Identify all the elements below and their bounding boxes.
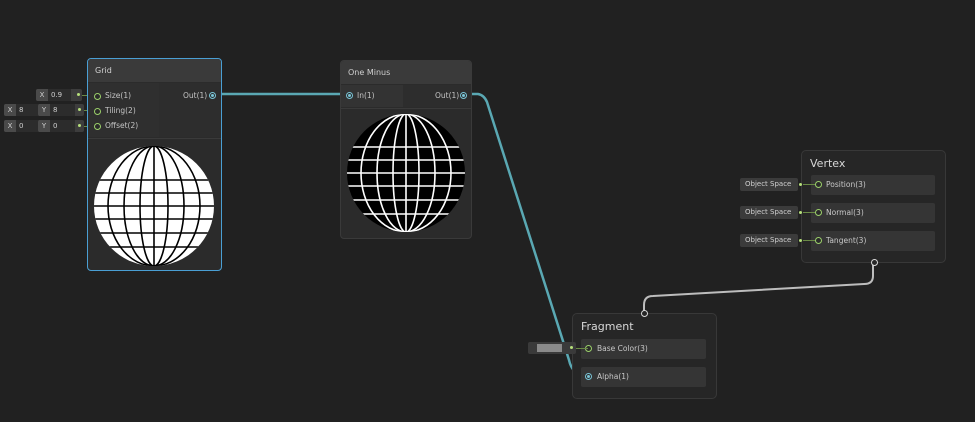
vertex-slot-position[interactable]: Position(3)	[811, 175, 935, 195]
one-minus-node-title: One Minus	[341, 61, 471, 84]
tiling-port[interactable]	[94, 108, 101, 115]
tiling-port-label: Tiling(2)	[105, 106, 136, 115]
fragment-block-title: Fragment	[581, 320, 634, 333]
offset-y-value[interactable]: 0	[50, 120, 75, 132]
offset-input-field[interactable]: X 0 Y 0	[4, 120, 84, 132]
position-space-dot	[799, 183, 802, 186]
position-label: Position(3)	[826, 180, 866, 189]
normal-space-connector	[803, 212, 815, 213]
one-minus-node[interactable]: One Minus In(1) Out(1)	[340, 60, 472, 239]
grid-preview	[88, 138, 221, 270]
tangent-port[interactable]	[815, 237, 822, 244]
position-port[interactable]	[815, 181, 822, 188]
base-color-label: Base Color(3)	[597, 344, 648, 353]
base-color-field[interactable]	[528, 342, 576, 354]
one-minus-preview	[341, 108, 471, 238]
normal-space-dropdown[interactable]: Object Space	[740, 206, 798, 219]
offset-port[interactable]	[94, 123, 101, 130]
size-port[interactable]	[94, 93, 101, 100]
wire-oneminus-to-alpha[interactable]	[470, 92, 586, 378]
fragment-slot-base-color[interactable]: Base Color(3)	[581, 339, 706, 359]
normal-port[interactable]	[815, 209, 822, 216]
vertex-slot-tangent[interactable]: Tangent(3)	[811, 231, 935, 251]
tangent-space-dropdown[interactable]: Object Space	[740, 234, 798, 247]
offset-x-axis-label: X	[4, 120, 16, 132]
tangent-space-dot	[799, 239, 802, 242]
base-color-swatch[interactable]	[537, 344, 562, 352]
one-minus-out-port[interactable]	[460, 92, 467, 99]
size-x-axis-label: X	[36, 89, 48, 101]
fragment-block[interactable]: Fragment Base Color(3) Alpha(1)	[572, 310, 717, 399]
tiling-input-field[interactable]: X 8 Y 8	[4, 104, 84, 116]
grid-node-title: Grid	[88, 59, 221, 82]
one-minus-in-port[interactable]	[346, 92, 353, 99]
tangent-label: Tangent(3)	[826, 236, 867, 245]
tiling-y-value[interactable]: 8	[50, 104, 75, 116]
size-port-label: Size(1)	[105, 91, 132, 100]
tiling-y-axis-label: Y	[38, 104, 50, 116]
offset-field-dot	[78, 124, 81, 127]
position-space-dropdown[interactable]: Object Space	[740, 178, 798, 191]
normal-label: Normal(3)	[826, 208, 864, 217]
grid-out-label: Out(1)	[183, 91, 208, 100]
one-minus-node-ports: In(1) Out(1)	[341, 85, 471, 107]
vertex-slot-normal[interactable]: Normal(3)	[811, 203, 935, 223]
tiling-x-axis-label: X	[4, 104, 16, 116]
offset-x-value[interactable]: 0	[16, 120, 39, 132]
tangent-space-connector	[803, 240, 815, 241]
offset-port-label: Offset(2)	[105, 121, 139, 130]
one-minus-preview-sphere	[347, 114, 465, 232]
size-field-dot	[77, 93, 80, 96]
grid-out-port[interactable]	[209, 92, 216, 99]
wire-vertex-to-fragment[interactable]	[643, 262, 874, 312]
fragment-slot-alpha[interactable]: Alpha(1)	[581, 367, 706, 387]
size-x-value[interactable]: 0.9	[48, 89, 71, 101]
grid-preview-sphere	[94, 146, 214, 266]
alpha-port[interactable]	[585, 373, 592, 380]
alpha-label: Alpha(1)	[597, 372, 629, 381]
size-input-field[interactable]: X 0.9	[36, 89, 82, 101]
base-color-connector	[576, 348, 588, 349]
vertex-block[interactable]: Vertex Position(3) Normal(3) Tangent(3)	[801, 150, 946, 266]
vertex-block-title: Vertex	[810, 157, 846, 170]
one-minus-out-label: Out(1)	[435, 91, 460, 100]
grid-node-ports: Size(1) Tiling(2) Offset(2) Out(1)	[88, 83, 221, 137]
grid-node[interactable]: Grid Size(1) Tiling(2) Offset(2) Out(1)	[87, 58, 222, 271]
fragment-flow-port[interactable]	[641, 310, 648, 317]
one-minus-in-label: In(1)	[357, 91, 375, 100]
offset-y-axis-label: Y	[38, 120, 50, 132]
tiling-x-value[interactable]: 8	[16, 104, 39, 116]
tiling-field-dot	[78, 108, 81, 111]
position-space-connector	[803, 184, 815, 185]
normal-space-dot	[799, 211, 802, 214]
vertex-flow-port[interactable]	[871, 259, 878, 266]
base-color-field-dot	[570, 346, 573, 349]
